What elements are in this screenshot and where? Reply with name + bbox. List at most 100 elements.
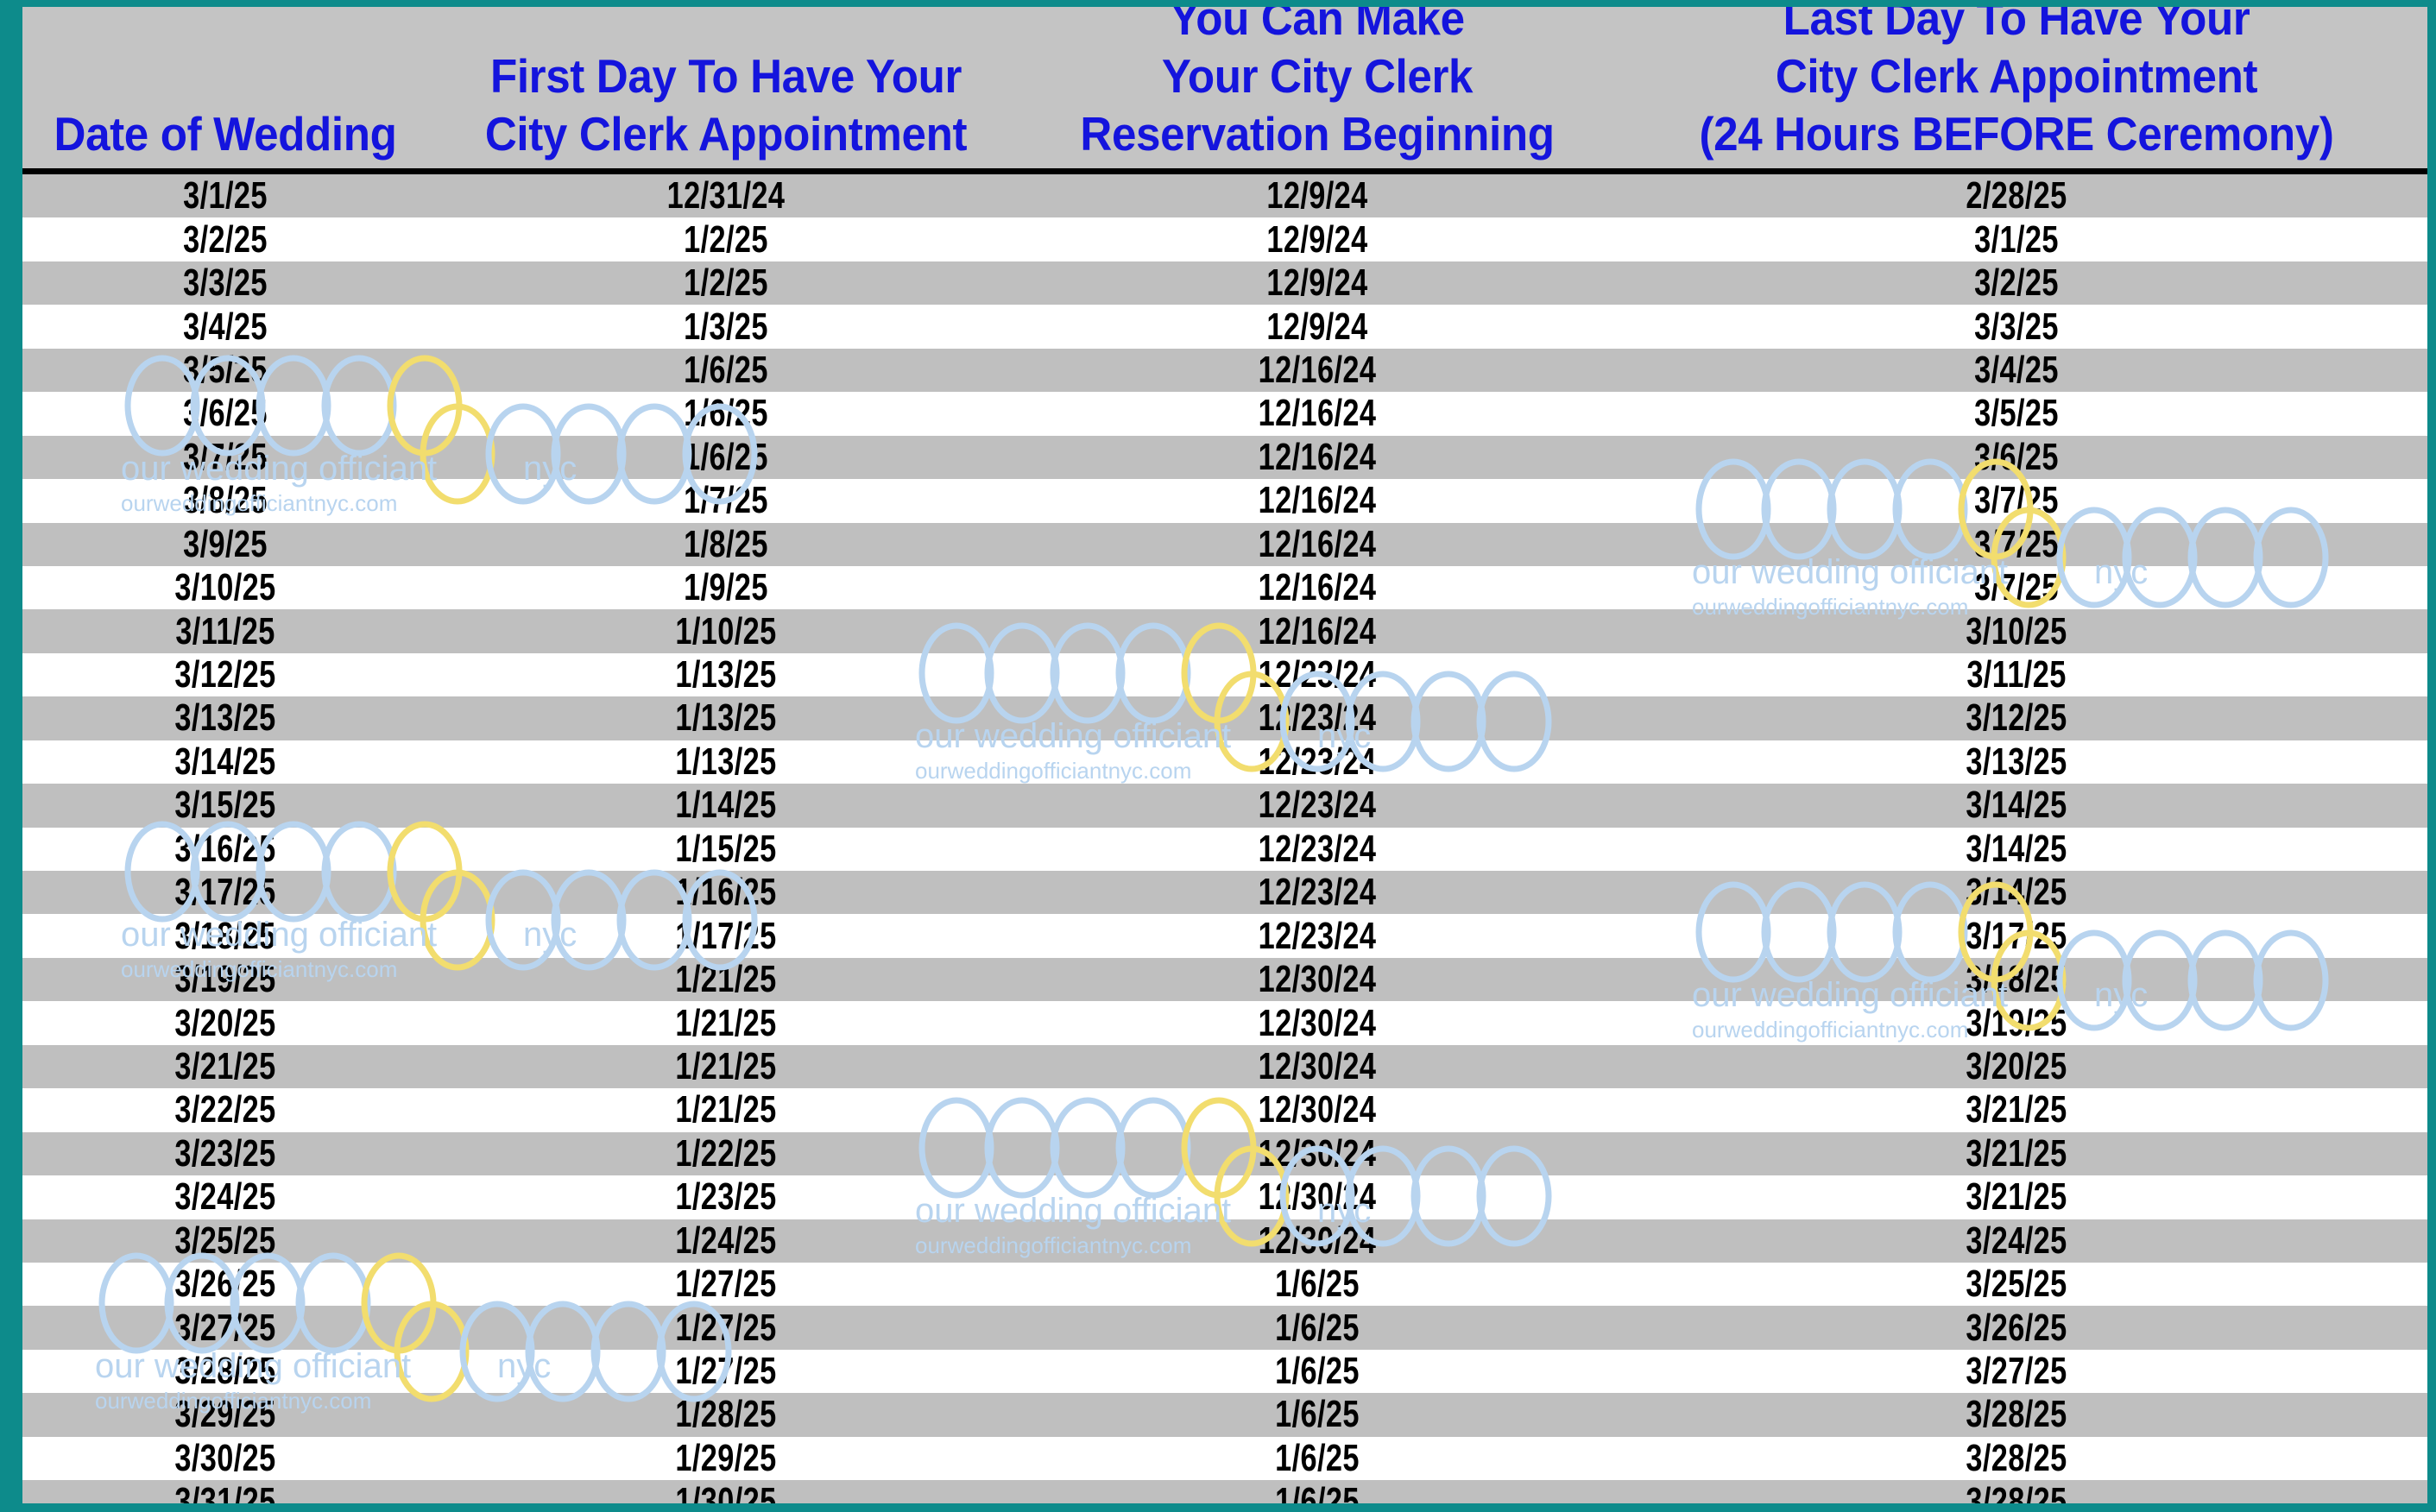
table-cell-date-of-wedding: 3/1/25 (183, 174, 268, 217)
table-row: 3/26/25 1/27/25 1/6/25 3/25/25 (22, 1262, 2427, 1307)
table-cell-date-of-wedding: 3/13/25 (174, 696, 276, 740)
table-row: 3/28/25 1/27/25 1/6/25 3/27/25 (22, 1349, 2427, 1394)
table-cell-reservation-beginning: 12/9/24 (1266, 217, 1368, 261)
table-cell-last-day-appointment: 3/13/25 (1966, 740, 2067, 783)
column-header-reservation-beginning: You Can Make Your City Clerk Reservation B… (1044, 7, 1590, 168)
table-header-row: Date of Wedding First Day To Have Your Cit… (22, 7, 2427, 174)
table-cell-date-of-wedding: 3/27/25 (174, 1306, 276, 1349)
table-cell-first-day-appointment: 1/27/25 (675, 1306, 777, 1349)
table-cell-date-of-wedding: 3/30/25 (174, 1436, 276, 1479)
table-cell-reservation-beginning: 1/6/25 (1275, 1306, 1360, 1349)
table-row: 3/19/25 1/21/25 12/30/24 3/18/25 (22, 957, 2427, 1002)
table-row: 3/9/25 1/8/25 12/16/24 3/7/25 (22, 522, 2427, 566)
table-cell-last-day-appointment: 2/28/25 (1966, 174, 2067, 217)
table-cell-date-of-wedding: 3/16/25 (174, 827, 276, 870)
table-cell-last-day-appointment: 3/25/25 (1966, 1263, 2067, 1306)
table-cell-reservation-beginning: 12/16/24 (1258, 609, 1377, 652)
table-cell-last-day-appointment: 3/18/25 (1966, 958, 2067, 1001)
table-cell-last-day-appointment: 3/14/25 (1966, 871, 2067, 914)
table-cell-last-day-appointment: 3/10/25 (1966, 609, 2067, 652)
table-cell-first-day-appointment: 1/21/25 (675, 1088, 777, 1131)
column-header-line: Date of Wedding (54, 106, 397, 161)
column-header-line: (24 Hours BEFORE Ceremony) (1699, 106, 2334, 161)
table-cell-reservation-beginning: 12/16/24 (1258, 392, 1377, 435)
column-header-date-of-wedding: Date of Wedding (36, 105, 413, 168)
column-header-first-day-appointment: First Day To Have Your City Clerk Appoint… (449, 47, 1003, 168)
table-cell-reservation-beginning: 12/16/24 (1258, 522, 1377, 565)
table-cell-date-of-wedding: 3/5/25 (183, 348, 268, 391)
table-cell-reservation-beginning: 12/23/24 (1258, 740, 1377, 783)
table-cell-reservation-beginning: 1/6/25 (1275, 1393, 1360, 1436)
table-row: 3/20/25 1/21/25 12/30/24 3/19/25 (22, 1001, 2427, 1045)
table-row: 3/17/25 1/16/25 12/23/24 3/14/25 (22, 871, 2427, 915)
table-cell-last-day-appointment: 3/1/25 (1974, 217, 2059, 261)
table-cell-first-day-appointment: 1/13/25 (675, 696, 777, 740)
table-cell-date-of-wedding: 3/23/25 (174, 1131, 276, 1175)
table-row: 3/29/25 1/28/25 1/6/25 3/28/25 (22, 1393, 2427, 1437)
table-cell-last-day-appointment: 3/7/25 (1974, 566, 2059, 609)
table-cell-reservation-beginning: 12/9/24 (1266, 174, 1368, 217)
table-row: 3/18/25 1/17/25 12/23/24 3/17/25 (22, 914, 2427, 958)
table-cell-reservation-beginning: 12/23/24 (1258, 784, 1377, 827)
table-cell-date-of-wedding: 3/11/25 (175, 609, 275, 652)
table-cell-last-day-appointment: 3/24/25 (1966, 1219, 2067, 1262)
column-header-line: You Can Make (1170, 7, 1465, 45)
table-cell-reservation-beginning: 12/16/24 (1258, 435, 1377, 478)
table-cell-last-day-appointment: 3/28/25 (1966, 1436, 2067, 1479)
table-cell-reservation-beginning: 12/30/24 (1258, 1001, 1377, 1044)
table-row: 3/15/25 1/14/25 12/23/24 3/14/25 (22, 784, 2427, 828)
table-cell-first-day-appointment: 1/22/25 (675, 1131, 777, 1175)
table-body: 3/1/25 12/31/24 12/9/24 2/28/25 3/2/25 1/2/25… (22, 174, 2427, 1503)
table-cell-reservation-beginning: 12/23/24 (1258, 696, 1377, 740)
table-cell-first-day-appointment: 12/31/24 (666, 174, 786, 217)
table-cell-date-of-wedding: 3/3/25 (183, 261, 268, 305)
table-row: 3/8/25 1/7/25 12/16/24 3/7/25 (22, 479, 2427, 523)
table-row: 3/6/25 1/6/25 12/16/24 3/5/25 (22, 392, 2427, 436)
table-cell-date-of-wedding: 3/19/25 (174, 958, 276, 1001)
table-cell-first-day-appointment: 1/21/25 (675, 1044, 777, 1087)
table-cell-date-of-wedding: 3/6/25 (183, 392, 268, 435)
table-cell-last-day-appointment: 3/21/25 (1966, 1175, 2067, 1219)
table-cell-reservation-beginning: 12/9/24 (1266, 305, 1368, 348)
table-cell-last-day-appointment: 3/21/25 (1966, 1131, 2067, 1175)
table-cell-first-day-appointment: 1/9/25 (684, 566, 768, 609)
table-cell-last-day-appointment: 3/19/25 (1966, 1001, 2067, 1044)
column-header-line: Your City Clerk (1161, 48, 1474, 103)
table-cell-reservation-beginning: 12/23/24 (1258, 914, 1377, 957)
table-cell-date-of-wedding: 3/31/25 (174, 1480, 276, 1503)
table-cell-first-day-appointment: 1/24/25 (675, 1219, 777, 1262)
table-cell-last-day-appointment: 3/14/25 (1966, 827, 2067, 870)
table-cell-first-day-appointment: 1/23/25 (675, 1175, 777, 1219)
table-cell-date-of-wedding: 3/29/25 (174, 1393, 276, 1436)
table-cell-last-day-appointment: 3/28/25 (1966, 1393, 2067, 1436)
table-cell-first-day-appointment: 1/27/25 (675, 1350, 777, 1393)
table-cell-reservation-beginning: 12/23/24 (1258, 827, 1377, 870)
table-cell-reservation-beginning: 12/16/24 (1258, 348, 1377, 391)
table-cell-date-of-wedding: 3/12/25 (174, 653, 276, 696)
table-cell-reservation-beginning: 12/30/24 (1258, 1131, 1377, 1175)
table-cell-date-of-wedding: 3/10/25 (174, 566, 276, 609)
table-cell-reservation-beginning: 12/23/24 (1258, 871, 1377, 914)
table-cell-first-day-appointment: 1/14/25 (675, 784, 777, 827)
table-row: 3/1/25 12/31/24 12/9/24 2/28/25 (22, 174, 2427, 218)
table-cell-reservation-beginning: 12/30/24 (1258, 1175, 1377, 1219)
table-row: 3/14/25 1/13/25 12/23/24 3/13/25 (22, 740, 2427, 784)
table-cell-date-of-wedding: 3/24/25 (174, 1175, 276, 1219)
table-cell-first-day-appointment: 1/7/25 (684, 479, 768, 522)
table-cell-first-day-appointment: 1/10/25 (675, 609, 777, 652)
table-cell-reservation-beginning: 12/16/24 (1258, 566, 1377, 609)
table-cell-first-day-appointment: 1/27/25 (675, 1263, 777, 1306)
table-cell-reservation-beginning: 1/6/25 (1275, 1436, 1360, 1479)
table-cell-last-day-appointment: 3/5/25 (1974, 392, 2059, 435)
table-cell-first-day-appointment: 1/16/25 (675, 871, 777, 914)
table-cell-reservation-beginning: 12/16/24 (1258, 479, 1377, 522)
table-cell-date-of-wedding: 3/8/25 (183, 479, 268, 522)
table-cell-date-of-wedding: 3/2/25 (183, 217, 268, 261)
table-row: 3/3/25 1/2/25 12/9/24 3/2/25 (22, 261, 2427, 306)
table-cell-last-day-appointment: 3/27/25 (1966, 1350, 2067, 1393)
table-cell-date-of-wedding: 3/15/25 (174, 784, 276, 827)
table-cell-first-day-appointment: 1/29/25 (675, 1436, 777, 1479)
table-cell-last-day-appointment: 3/17/25 (1966, 914, 2067, 957)
table-cell-reservation-beginning: 12/30/24 (1258, 1219, 1377, 1262)
table-cell-reservation-beginning: 12/30/24 (1258, 958, 1377, 1001)
